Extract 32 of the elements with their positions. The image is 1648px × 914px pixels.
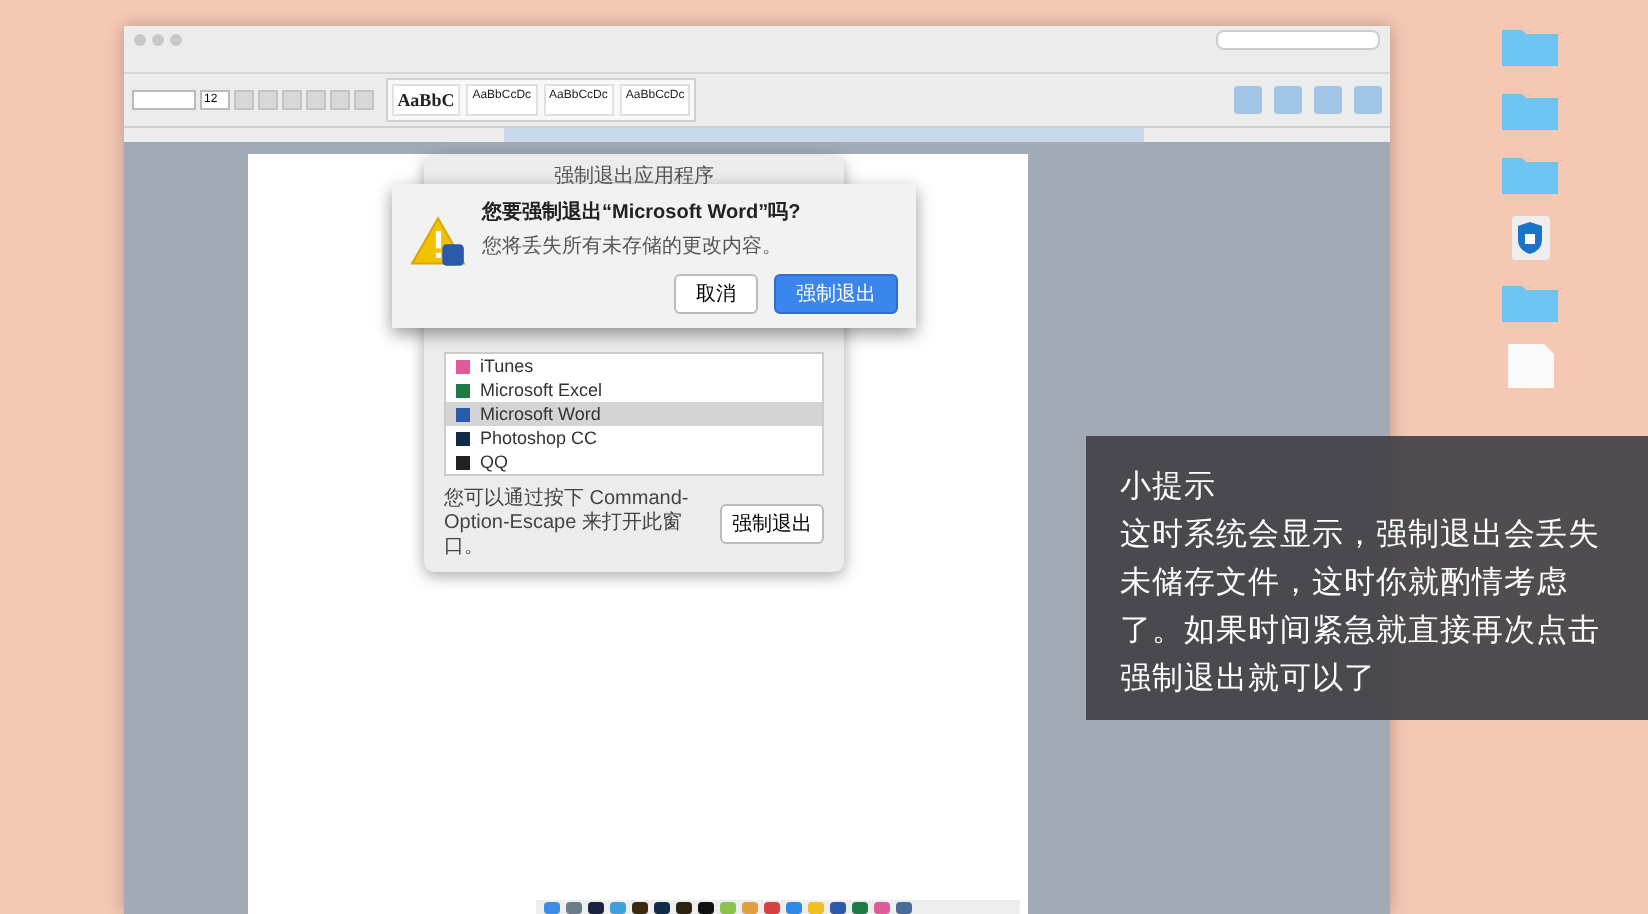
toolbar-icon[interactable]: [233, 90, 254, 110]
style-preview[interactable]: AaBbC: [391, 84, 461, 116]
ribbon-icon[interactable]: [1354, 86, 1382, 114]
cancel-button[interactable]: 取消: [674, 274, 758, 314]
font-name-field[interactable]: [132, 90, 196, 110]
toolbar-icon[interactable]: [257, 90, 278, 110]
ribbon-icon[interactable]: [1274, 86, 1302, 114]
force-quit-button[interactable]: 强制退出: [720, 504, 824, 544]
app-list-item[interactable]: QQ: [446, 450, 822, 474]
app-list-item[interactable]: Photoshop CC: [446, 426, 822, 450]
alert-question: 您要强制退出“Microsoft Word”吗?: [482, 199, 803, 226]
ribbon-icon[interactable]: [1314, 86, 1342, 114]
toolbar-icon[interactable]: [329, 90, 350, 110]
toolbar-icon[interactable]: [281, 90, 302, 110]
folder-icon[interactable]: [1500, 280, 1560, 324]
app-list-item[interactable]: Microsoft Excel: [446, 378, 822, 402]
folder-icon[interactable]: [1500, 152, 1560, 196]
tip-text: 这时系统会显示，强制退出会丢失未储存文件，这时你就酌情考虑了。如果时间紧急就直接再次点击强制退出就可以了: [1120, 516, 1602, 700]
window-title: 强制退出应用程序: [552, 163, 716, 192]
force-quit-button[interactable]: 强制退出: [774, 274, 898, 314]
folder-icon[interactable]: [1500, 24, 1560, 68]
warning-icon: [410, 214, 466, 270]
folder-icon[interactable]: [1500, 88, 1560, 132]
app-list-item[interactable]: iTunes: [446, 354, 822, 378]
tip-title: 小提示: [1120, 468, 1218, 508]
search-field[interactable]: [1216, 29, 1380, 49]
toolbar-icon[interactable]: [353, 90, 374, 110]
ribbon-icon[interactable]: [1234, 86, 1262, 114]
toolbar-icon[interactable]: [305, 90, 326, 110]
alert-message: 您将丢失所有未存储的更改内容。: [482, 233, 784, 260]
app-list-item[interactable]: Microsoft Word: [446, 402, 822, 426]
hint-text: 您可以通过按下 Command-Option-Escape 来打开此窗口。: [444, 488, 691, 560]
